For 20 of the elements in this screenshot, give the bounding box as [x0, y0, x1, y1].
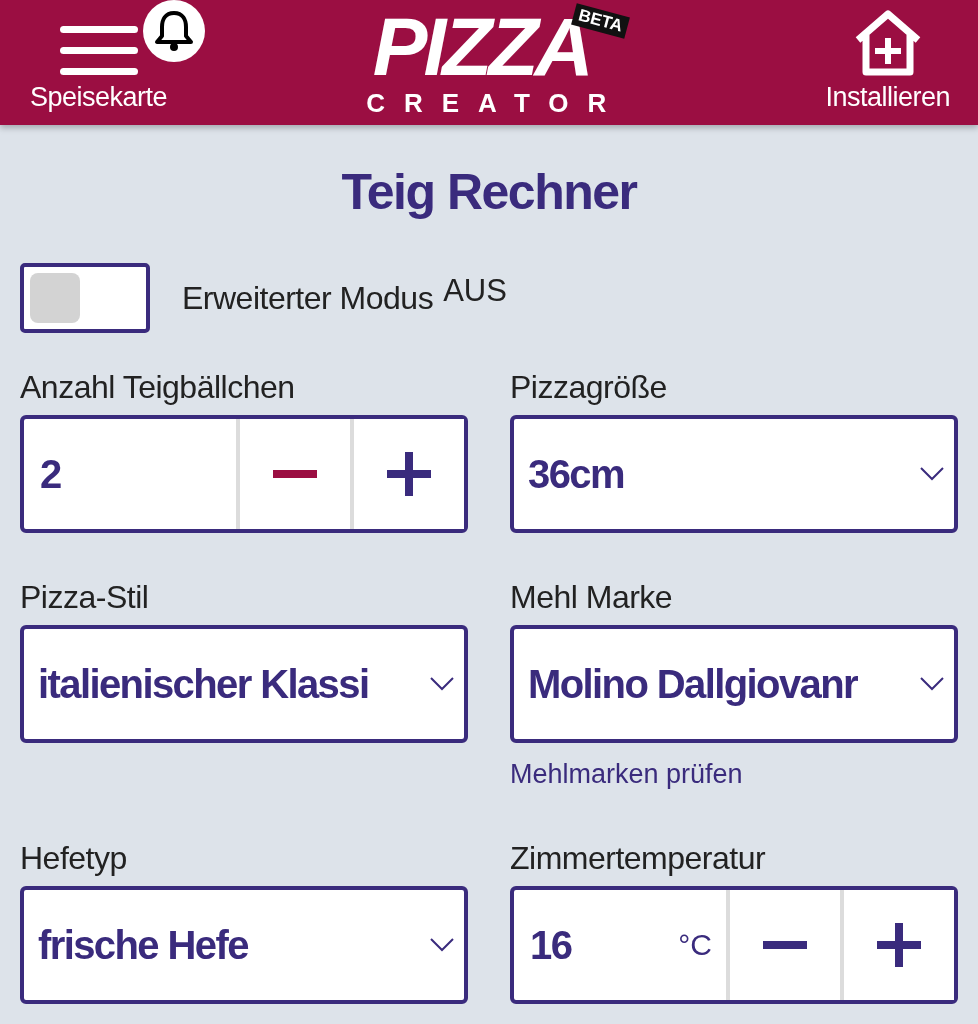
toggle-state: AUS: [443, 273, 507, 309]
field-label: Zimmertemperatur: [510, 840, 767, 876]
dropdown[interactable]: Molino Dallgiovanr: [510, 625, 958, 743]
menu-button[interactable]: Speisekarte: [30, 0, 168, 125]
dropdown[interactable]: italienischer Klassi: [20, 625, 468, 743]
unit-label: °C: [678, 928, 712, 962]
field-label: Anzahl Teigbällchen: [20, 369, 296, 405]
page-title: Teig Rechner: [340, 163, 639, 221]
dropdown[interactable]: 36cm: [510, 415, 958, 533]
install-button[interactable]: Installieren: [825, 0, 950, 125]
toggle-label: Erweiterter Modus: [182, 279, 434, 317]
logo: PIZZA CREATOR BETA: [360, 0, 633, 125]
check-flour-link[interactable]: Mehlmarken prüfen: [510, 759, 743, 790]
number-value[interactable]: 16: [530, 922, 572, 968]
field-label: Hefetyp: [20, 840, 128, 876]
field-label: Pizzagröße: [510, 369, 668, 405]
number-value[interactable]: 2: [40, 451, 61, 497]
field-label: Mehl Marke: [510, 579, 674, 615]
dropdown[interactable]: frische Hefe: [20, 886, 468, 1004]
field-label: Pizza-Stil: [20, 579, 150, 615]
